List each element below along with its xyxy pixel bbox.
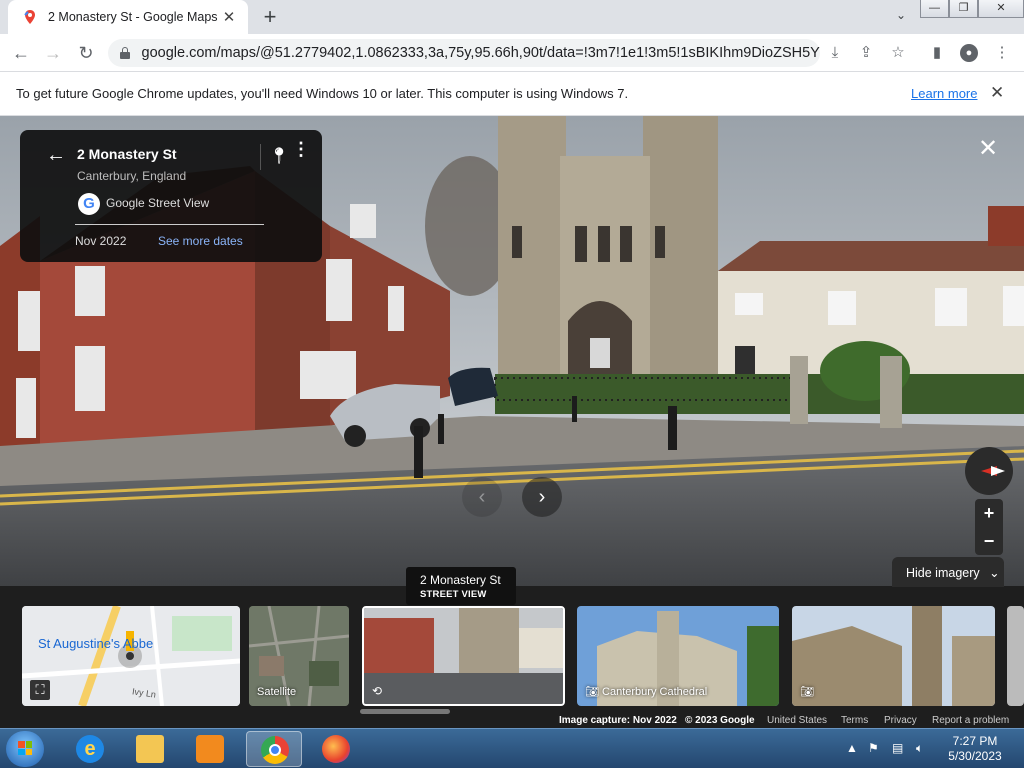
place-info-card: ← 2 Monastery St Canterbury, England 📍︎ … bbox=[20, 130, 322, 262]
minimize-button[interactable]: — bbox=[920, 0, 949, 18]
camera-icon: 📷︎ bbox=[800, 686, 814, 698]
new-tab-button[interactable]: + bbox=[258, 4, 282, 30]
cathedral-label: 📷︎ Canterbury Cathedral bbox=[585, 686, 708, 698]
street-view-thumb-image bbox=[364, 608, 563, 704]
cathedral-photo-thumbnail[interactable]: 📷︎ Canterbury Cathedral bbox=[577, 606, 779, 706]
google-logo-icon: G bbox=[78, 193, 100, 215]
reload-icon[interactable]: ↻ bbox=[73, 41, 99, 65]
satellite-label: Satellite bbox=[257, 686, 297, 698]
media-player-icon bbox=[196, 735, 224, 763]
street-view-thumbnail[interactable]: ⟲ bbox=[362, 606, 565, 706]
map-place-label: St Augustine's Abbe bbox=[38, 636, 154, 651]
image-capture-date: Image capture: Nov 2022 bbox=[559, 715, 677, 726]
cathedral-label-text: Canterbury Cathedral bbox=[602, 686, 708, 698]
zoom-out-button[interactable]: − bbox=[975, 527, 1003, 555]
update-infobar: To get future Google Chrome updates, you… bbox=[0, 72, 1024, 116]
close-tab-icon[interactable]: ✕ bbox=[220, 8, 238, 26]
pan-right-arrow-icon[interactable]: › bbox=[522, 477, 562, 517]
capture-date: Nov 2022 bbox=[75, 234, 127, 248]
more-thumbnail[interactable] bbox=[1007, 606, 1024, 706]
card-divider bbox=[260, 144, 261, 170]
zoom-controls: + − bbox=[975, 499, 1003, 555]
start-button[interactable] bbox=[6, 731, 44, 767]
windows-taskbar: e ▲ ⚑ ▤ 🔈︎ 7:27 PM 5/30/2023 bbox=[0, 728, 1024, 768]
file-explorer-taskbar-button[interactable] bbox=[122, 731, 178, 767]
show-hidden-icons[interactable]: ▲ bbox=[846, 741, 860, 755]
network-icon[interactable]: ▤ bbox=[892, 741, 906, 755]
install-app-icon[interactable]: ⤓ bbox=[826, 44, 844, 62]
compass-needle-tail bbox=[991, 466, 1005, 476]
cathedral-interior-thumbnail[interactable]: 📷︎ bbox=[792, 606, 995, 706]
clock-time: 7:27 PM bbox=[952, 734, 998, 748]
close-street-view-icon[interactable]: ✕ bbox=[978, 134, 998, 163]
google-maps-icon bbox=[24, 10, 35, 24]
zoom-in-button[interactable]: + bbox=[975, 499, 1003, 527]
lock-icon[interactable] bbox=[120, 47, 130, 59]
tooltip-subtitle: STREET VIEW bbox=[420, 589, 487, 600]
chrome-menu-icon[interactable]: ⋮ bbox=[993, 44, 1011, 62]
report-problem-link[interactable]: Report a problem bbox=[932, 715, 1009, 726]
cathedral-photo-2 bbox=[792, 606, 995, 706]
browser-toolbar: ← → ↻ google.com/maps/@51.2779402,1.0862… bbox=[0, 34, 1024, 72]
tab-title: 2 Monastery St - Google Maps bbox=[48, 10, 218, 24]
privacy-link[interactable]: Privacy bbox=[884, 715, 917, 726]
copyright-text: © 2023 Google bbox=[685, 715, 755, 726]
mini-map-image bbox=[22, 606, 240, 706]
firefox-icon bbox=[322, 735, 350, 763]
terms-link[interactable]: Terms bbox=[841, 715, 868, 726]
more-options-icon[interactable]: ⋮ bbox=[292, 140, 310, 158]
card-separator bbox=[75, 224, 264, 225]
url-text: google.com/maps/@51.2779402,1.0862333,3a… bbox=[141, 45, 820, 61]
address-bar[interactable]: google.com/maps/@51.2779402,1.0862333,3a… bbox=[108, 39, 820, 67]
bookmark-star-icon[interactable]: ☆ bbox=[889, 44, 907, 62]
side-panel-icon[interactable]: ▮ bbox=[928, 44, 946, 62]
learn-more-link[interactable]: Learn more bbox=[911, 86, 977, 101]
hide-imagery-button[interactable]: Hide imagery ⌄ bbox=[892, 557, 1004, 587]
volume-muted-icon[interactable]: 🔈︎ bbox=[916, 741, 930, 755]
firefox-taskbar-button[interactable] bbox=[308, 731, 364, 767]
country-link[interactable]: United States bbox=[767, 715, 827, 726]
infobar-message: To get future Google Chrome updates, you… bbox=[16, 86, 629, 101]
place-title: 2 Monastery St bbox=[77, 146, 177, 162]
location-pin-icon[interactable]: 📍︎ bbox=[269, 146, 289, 166]
360-icon: ⟲ bbox=[372, 684, 383, 698]
chrome-icon bbox=[261, 736, 289, 764]
back-icon[interactable]: ← bbox=[8, 41, 34, 65]
forward-icon[interactable]: → bbox=[40, 41, 66, 65]
tab-google-maps[interactable]: 2 Monastery St - Google Maps ✕ bbox=[8, 0, 248, 34]
window-close-button[interactable]: ✕ bbox=[978, 0, 1024, 18]
media-player-taskbar-button[interactable] bbox=[182, 731, 238, 767]
action-center-flag-icon[interactable]: ⚑ bbox=[868, 741, 882, 755]
tab-search-chevron-icon[interactable]: ⌄ bbox=[896, 8, 906, 22]
place-subtitle: Canterbury, England bbox=[77, 169, 187, 183]
window-controls: — ❐ ✕ bbox=[920, 0, 1024, 18]
chrome-taskbar-button[interactable] bbox=[246, 731, 302, 767]
internet-explorer-icon: e bbox=[76, 735, 104, 763]
system-clock[interactable]: 7:27 PM 5/30/2023 bbox=[945, 734, 1005, 764]
share-icon[interactable]: ⇪ bbox=[857, 44, 875, 62]
hide-imagery-label: Hide imagery bbox=[906, 566, 980, 580]
chevron-down-icon: ⌄ bbox=[989, 566, 1000, 580]
tooltip-title: 2 Monastery St bbox=[420, 573, 501, 587]
clock-date: 5/30/2023 bbox=[948, 749, 1002, 763]
infobar-close-icon[interactable]: ✕ bbox=[990, 83, 1004, 103]
source-label: Google Street View bbox=[106, 196, 210, 210]
satellite-thumbnail[interactable]: Satellite bbox=[249, 606, 349, 706]
windows-logo-icon bbox=[18, 741, 32, 755]
restore-button[interactable]: ❐ bbox=[949, 0, 978, 18]
folder-icon bbox=[136, 735, 164, 763]
thumbnail-tooltip: 2 Monastery St STREET VIEW bbox=[406, 567, 516, 605]
back-arrow-icon[interactable]: ← bbox=[46, 144, 66, 167]
filmstrip-scrollbar[interactable] bbox=[360, 709, 450, 714]
map-thumbnail[interactable]: St Augustine's Abbe Ivy Ln ⛶ bbox=[22, 606, 240, 706]
compass-button[interactable] bbox=[965, 447, 1013, 495]
internet-explorer-taskbar-button[interactable]: e bbox=[62, 731, 118, 767]
tab-strip: 2 Monastery St - Google Maps ✕ + ⌄ — ❐ ✕ bbox=[0, 0, 1024, 34]
profile-avatar-icon[interactable]: ● bbox=[960, 44, 978, 62]
see-more-dates-link[interactable]: See more dates bbox=[158, 234, 243, 248]
pan-left-arrow-icon[interactable]: ‹ bbox=[462, 477, 502, 517]
expand-map-icon[interactable]: ⛶ bbox=[30, 680, 50, 700]
